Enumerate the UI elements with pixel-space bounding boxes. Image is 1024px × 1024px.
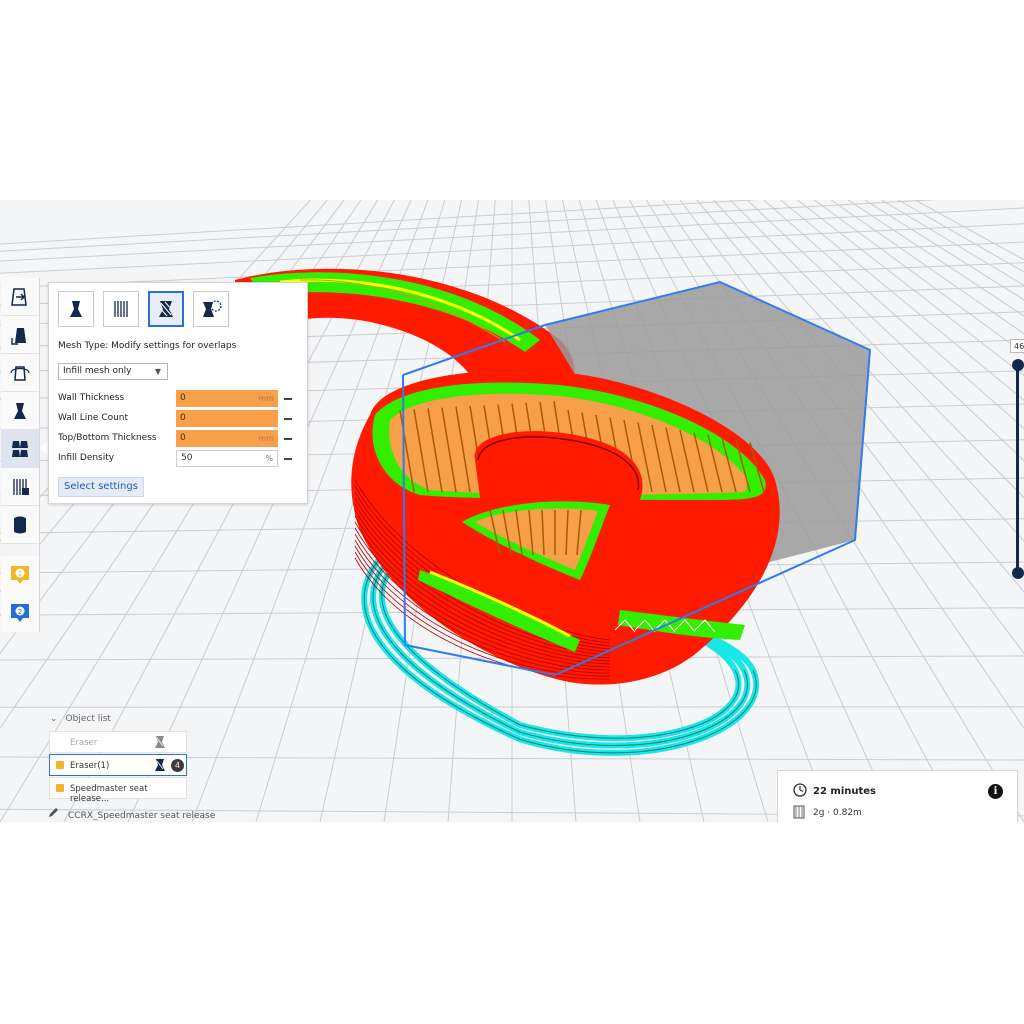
infill-mesh-button[interactable] bbox=[148, 291, 184, 327]
left-toolbar: 1 2 bbox=[1, 278, 40, 632]
marker-2-number: 2 bbox=[18, 608, 22, 616]
spool-icon bbox=[793, 805, 805, 819]
material-usage: 2g · 0.82m bbox=[813, 808, 862, 818]
infill-mesh-overlap-icon bbox=[155, 736, 165, 748]
marker-flag-icon bbox=[56, 761, 64, 769]
support-blocker-button[interactable] bbox=[1, 468, 39, 506]
mesh-type-label: Mesh Type: Modify settings for overlaps bbox=[58, 341, 237, 351]
support-blocker-mesh-button[interactable] bbox=[193, 291, 229, 327]
marker-1-number: 1 bbox=[18, 570, 22, 578]
clock-icon bbox=[793, 783, 807, 797]
remove-setting-icon[interactable] bbox=[284, 458, 292, 460]
chevron-down-icon: ⌄ bbox=[50, 714, 58, 724]
grid-line bbox=[0, 706, 1024, 708]
scale-tool-button[interactable] bbox=[1, 316, 39, 354]
grid-line bbox=[847, 200, 1024, 317]
setting-row: Top/Bottom Thickness 0 mm bbox=[58, 430, 298, 447]
move-tool-button[interactable] bbox=[1, 278, 39, 316]
support-mesh-button[interactable] bbox=[103, 291, 139, 327]
setting-value: 0 bbox=[180, 433, 186, 443]
object-list-toggle[interactable]: ⌄ Object list bbox=[50, 714, 111, 724]
layer-slider-top-handle[interactable] bbox=[1012, 359, 1024, 371]
setting-unit: mm bbox=[258, 394, 274, 403]
mesh-tools-button[interactable] bbox=[1, 506, 39, 544]
support-mesh-icon bbox=[114, 301, 128, 317]
setting-value-field[interactable]: 0 mm bbox=[176, 390, 278, 407]
select-settings-button[interactable]: Select settings bbox=[58, 477, 144, 497]
info-icon[interactable]: i bbox=[988, 784, 1003, 799]
object-name: Eraser bbox=[70, 738, 98, 748]
toolbar-separator bbox=[1, 544, 39, 556]
setting-unit: mm bbox=[258, 434, 274, 443]
mesh-mode-dropdown[interactable]: Infill mesh only ▼ bbox=[58, 363, 168, 380]
setting-value-field[interactable]: 0 bbox=[176, 410, 278, 427]
grid-line bbox=[864, 200, 1024, 301]
cura-viewport[interactable]: 1 2 Mesh Type: Modify settings for overl… bbox=[0, 200, 1024, 822]
object-name: Eraser(1) bbox=[70, 761, 110, 771]
layer-number-input[interactable]: 46 bbox=[1010, 339, 1024, 353]
setting-value-field[interactable]: 50% bbox=[176, 450, 278, 467]
remove-setting-icon[interactable] bbox=[284, 418, 292, 420]
setting-value-field[interactable]: 0 mm bbox=[176, 430, 278, 447]
object-list-item[interactable]: Eraser(1) 4 bbox=[49, 754, 187, 776]
object-list-item[interactable]: Eraser bbox=[49, 731, 187, 753]
scale-icon bbox=[11, 327, 26, 345]
setting-row: Infill Density 50% bbox=[58, 450, 298, 467]
layer-slider-track[interactable] bbox=[1016, 365, 1019, 575]
print-information-panel: 22 minutes 2g · 0.82m i bbox=[777, 770, 1018, 822]
panel-pointer bbox=[40, 440, 48, 456]
print-time: 22 minutes bbox=[813, 786, 876, 797]
normal-model-button[interactable] bbox=[58, 291, 94, 327]
rotate-icon bbox=[10, 365, 30, 381]
setting-row: Wall Line Count 0 bbox=[58, 410, 298, 427]
mesh-type-buttons bbox=[58, 291, 229, 327]
setting-label: Wall Line Count bbox=[58, 413, 129, 423]
support-blocker-icon bbox=[13, 478, 29, 495]
grid-line bbox=[830, 200, 1024, 335]
marker-1-button[interactable]: 1 bbox=[1, 556, 39, 594]
per-model-settings-button[interactable] bbox=[1, 430, 39, 468]
setting-label: Wall Thickness bbox=[58, 393, 125, 403]
setting-value: 0 bbox=[180, 413, 186, 423]
setting-value: 50 bbox=[181, 453, 193, 463]
per-model-settings-icon bbox=[12, 440, 28, 457]
normal-model-icon bbox=[70, 301, 82, 317]
setting-value: 0 bbox=[180, 393, 186, 403]
object-name: Speedmaster seat release... bbox=[70, 784, 148, 804]
rotate-tool-button[interactable] bbox=[1, 354, 39, 392]
file-name: CCRX_Speedmaster seat release bbox=[68, 811, 216, 821]
grid-line bbox=[914, 200, 1024, 261]
marker-2-icon: 2 bbox=[11, 604, 29, 622]
mesh-tools-icon bbox=[14, 516, 26, 533]
remove-setting-icon[interactable] bbox=[284, 438, 292, 440]
marker-2-button[interactable]: 2 bbox=[1, 594, 39, 632]
remove-setting-icon[interactable] bbox=[284, 398, 292, 400]
mirror-tool-button[interactable] bbox=[1, 392, 39, 430]
file-name-row[interactable]: CCRX_Speedmaster seat release bbox=[48, 808, 215, 821]
per-model-settings-panel: Mesh Type: Modify settings for overlaps … bbox=[48, 282, 308, 504]
chevron-down-icon: ▼ bbox=[154, 367, 161, 376]
infill-mesh-overlap-icon bbox=[155, 759, 165, 771]
pencil-icon bbox=[48, 808, 60, 821]
support-blocker-icon bbox=[203, 300, 222, 317]
settings-count-badge: 4 bbox=[171, 759, 184, 772]
setting-unit: % bbox=[265, 454, 273, 463]
infill-mesh-overlap-icon bbox=[159, 301, 173, 317]
marker-1-icon: 1 bbox=[11, 566, 29, 584]
object-list-item[interactable]: Speedmaster seat release... bbox=[49, 777, 187, 804]
layer-slider-bottom-handle[interactable] bbox=[1012, 567, 1024, 579]
grid-line bbox=[881, 200, 1024, 286]
object-list-title: Object list bbox=[65, 714, 111, 724]
setting-label: Infill Density bbox=[58, 453, 115, 463]
mesh-mode-value: Infill mesh only bbox=[63, 366, 132, 376]
marker-flag-icon bbox=[56, 784, 64, 792]
setting-row: Wall Thickness 0 mm bbox=[58, 390, 298, 407]
setting-label: Top/Bottom Thickness bbox=[58, 433, 157, 443]
move-icon bbox=[11, 287, 27, 306]
mirror-icon bbox=[14, 402, 26, 419]
